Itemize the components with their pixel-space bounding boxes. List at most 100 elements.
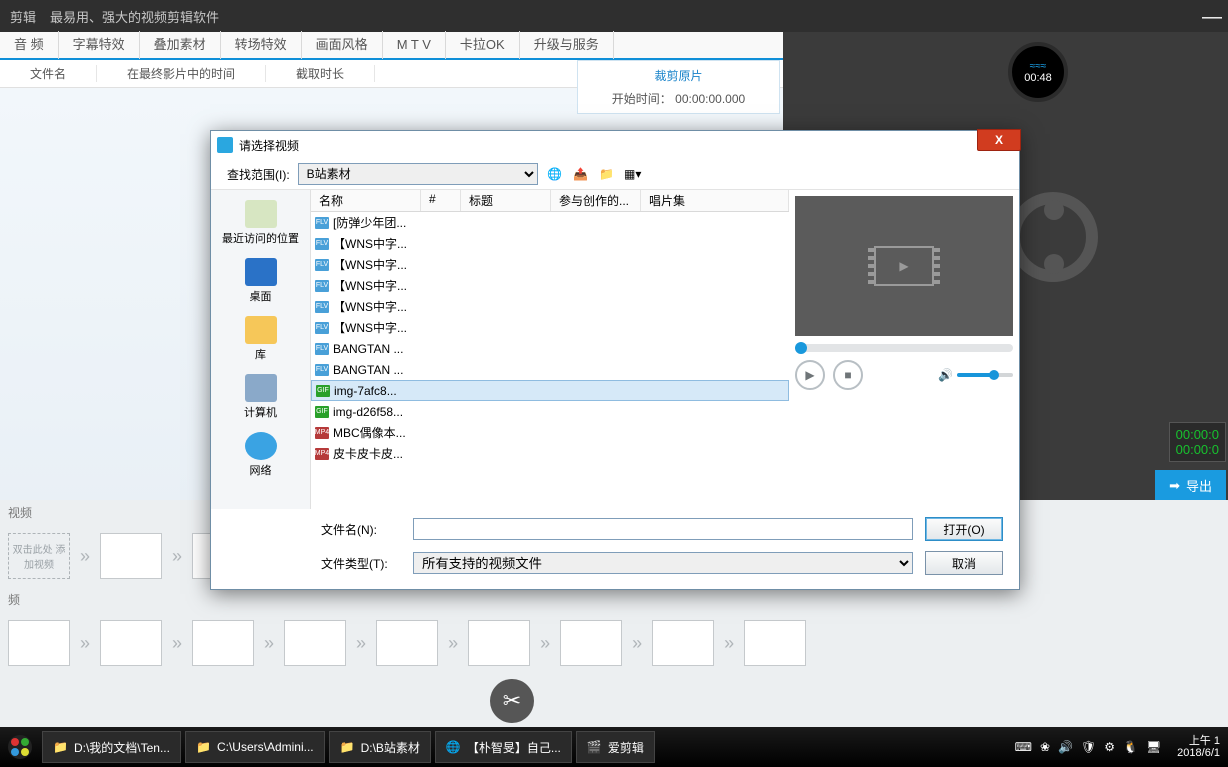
- taskbar-item[interactable]: 📁D:\我的文档\Ten...: [42, 731, 181, 763]
- tray-icon[interactable]: ⚙: [1104, 740, 1115, 754]
- timeline-thumb[interactable]: [744, 620, 806, 666]
- tab-karaoke[interactable]: 卡拉OK: [446, 31, 520, 59]
- place-computer[interactable]: 计算机: [221, 370, 301, 424]
- file-name: 【WNS中字...: [333, 235, 407, 252]
- file-row[interactable]: FLV【WNS中字...: [311, 233, 789, 254]
- file-list-header: 名称 # 标题 参与创作的... 唱片集: [311, 190, 789, 212]
- file-row[interactable]: FLVBANGTAN ...: [311, 338, 789, 359]
- tray-clock[interactable]: 上午 1 2018/6/1: [1169, 735, 1220, 759]
- tab-transition[interactable]: 转场特效: [221, 31, 302, 59]
- up-icon[interactable]: 📤: [572, 165, 590, 183]
- timeline-thumb[interactable]: [100, 620, 162, 666]
- system-tray: ⌨ ❀ 🔊 🛡 ⚙ 🐧 🖥 上午 1 2018/6/1: [1015, 735, 1228, 759]
- taskbar-item-icon: 📁: [53, 740, 68, 754]
- tray-icon[interactable]: ⌨: [1015, 740, 1032, 754]
- file-row[interactable]: GIF img-7afc8...: [311, 380, 789, 401]
- arrow-icon: »: [80, 633, 90, 654]
- cancel-button[interactable]: 取消: [925, 551, 1003, 575]
- app-slogan: 最易用、强大的视频剪辑软件: [50, 7, 219, 26]
- timecode-a: 00:00:0: [1176, 427, 1219, 442]
- tray-icon[interactable]: 🛡: [1081, 740, 1096, 754]
- taskbar-item[interactable]: 🌐【朴智旻】自己...: [435, 731, 572, 763]
- file-name: img-7afc8...: [334, 384, 397, 398]
- taskbar: 📁D:\我的文档\Ten...📁C:\Users\Admini...📁D:\B站…: [0, 727, 1228, 767]
- timeline-thumb[interactable]: [284, 620, 346, 666]
- filetype-icon: GIF: [316, 385, 330, 397]
- tab-upgrade[interactable]: 升级与服务: [520, 31, 614, 59]
- back-icon[interactable]: 🌐: [546, 165, 564, 183]
- row-label-audio: 频: [0, 587, 1228, 612]
- preview-controls: ▶ ■ 🔊: [795, 360, 1013, 390]
- start-button[interactable]: [0, 727, 40, 767]
- col-num[interactable]: #: [421, 190, 461, 211]
- tab-overlay[interactable]: 叠加素材: [140, 31, 221, 59]
- dialog-close-button[interactable]: X: [977, 129, 1021, 151]
- volume-control[interactable]: 🔊: [938, 368, 1013, 382]
- col-album[interactable]: 唱片集: [641, 190, 789, 211]
- dialog-nav-toolbar: 🌐 📤 📁 ▦▾: [546, 165, 642, 183]
- file-name: 皮卡皮卡皮...: [333, 445, 403, 462]
- place-network[interactable]: 网络: [221, 428, 301, 482]
- scope-select[interactable]: B站素材: [298, 163, 538, 185]
- view-mode-icon[interactable]: ▦▾: [624, 165, 642, 183]
- timeline-thumb[interactable]: [468, 620, 530, 666]
- place-recent[interactable]: 最近访问的位置: [221, 196, 301, 250]
- col-clip-len: 截取时长: [266, 65, 375, 82]
- file-row[interactable]: FLVBANGTAN ...: [311, 359, 789, 380]
- file-row[interactable]: FLV【WNS中字...: [311, 254, 789, 275]
- file-row[interactable]: MP4MBC偶像本...: [311, 422, 789, 443]
- tab-audio[interactable]: 音 频: [0, 31, 59, 59]
- file-row[interactable]: FLV【WNS中字...: [311, 275, 789, 296]
- tab-style[interactable]: 画面风格: [302, 31, 383, 59]
- add-video-placeholder[interactable]: 双击此处 添加视频: [8, 533, 70, 579]
- tray-icon[interactable]: 🔊: [1058, 740, 1073, 754]
- crop-start-value: 00:00:00.000: [675, 92, 745, 106]
- file-name: [防弹少年团...: [333, 214, 406, 231]
- col-name[interactable]: 名称: [311, 190, 421, 211]
- timeline-thumb[interactable]: [652, 620, 714, 666]
- filename-input[interactable]: [413, 518, 913, 540]
- tray-icon[interactable]: 🖥: [1146, 740, 1161, 754]
- file-row[interactable]: FLV【WNS中字...: [311, 296, 789, 317]
- col-contrib[interactable]: 参与创作的...: [551, 190, 641, 211]
- reel-icon: [1008, 192, 1098, 282]
- timeline-thumb[interactable]: [100, 533, 162, 579]
- timeline-thumb[interactable]: [8, 620, 70, 666]
- new-folder-icon[interactable]: 📁: [598, 165, 616, 183]
- file-row[interactable]: FLV【WNS中字...: [311, 317, 789, 338]
- timeline-thumb[interactable]: [376, 620, 438, 666]
- file-row[interactable]: FLV[防弹少年团...: [311, 212, 789, 233]
- place-label: 库: [255, 346, 266, 362]
- stop-button[interactable]: ■: [833, 360, 863, 390]
- minimize-icon[interactable]: —: [1202, 6, 1222, 29]
- open-button[interactable]: 打开(O): [925, 517, 1003, 541]
- preview-screen: ▶: [795, 196, 1013, 336]
- place-desktop[interactable]: 桌面: [221, 254, 301, 308]
- tab-subtitle-fx[interactable]: 字幕特效: [59, 31, 140, 59]
- volume-slider[interactable]: [957, 373, 1013, 377]
- taskbar-item-label: 【朴智旻】自己...: [467, 739, 561, 756]
- file-row[interactable]: GIFimg-d26f58...: [311, 401, 789, 422]
- tray-date: 2018/6/1: [1177, 747, 1220, 759]
- scissors-button[interactable]: ✂: [490, 679, 534, 723]
- timeline-thumb[interactable]: [192, 620, 254, 666]
- place-libraries[interactable]: 库: [221, 312, 301, 366]
- taskbar-item[interactable]: 📁D:\B站素材: [329, 731, 431, 763]
- export-button[interactable]: ➡ 导出: [1155, 470, 1226, 501]
- filetype-select[interactable]: 所有支持的视频文件: [413, 552, 913, 574]
- play-button[interactable]: ▶: [795, 360, 825, 390]
- filetype-icon: FLV: [315, 280, 329, 292]
- taskbar-item[interactable]: 📁C:\Users\Admini...: [185, 731, 325, 763]
- timeline-thumb[interactable]: [560, 620, 622, 666]
- col-title[interactable]: 标题: [461, 190, 551, 211]
- scope-label: 查找范围(I):: [227, 166, 290, 183]
- tray-icon[interactable]: 🐧: [1123, 740, 1138, 754]
- file-row[interactable]: MP4皮卡皮卡皮...: [311, 443, 789, 464]
- tray-icon[interactable]: ❀: [1040, 740, 1050, 754]
- taskbar-item[interactable]: 🎬爱剪辑: [576, 731, 655, 763]
- tab-mtv[interactable]: M T V: [383, 31, 446, 59]
- app-titlebar: 剪辑 最易用、强大的视频剪辑软件: [0, 0, 1228, 32]
- preview-seekbar[interactable]: [795, 344, 1013, 352]
- tray-time: 上午 1: [1177, 735, 1220, 747]
- crop-start-row: 开始时间： 00:00:00.000: [586, 90, 771, 107]
